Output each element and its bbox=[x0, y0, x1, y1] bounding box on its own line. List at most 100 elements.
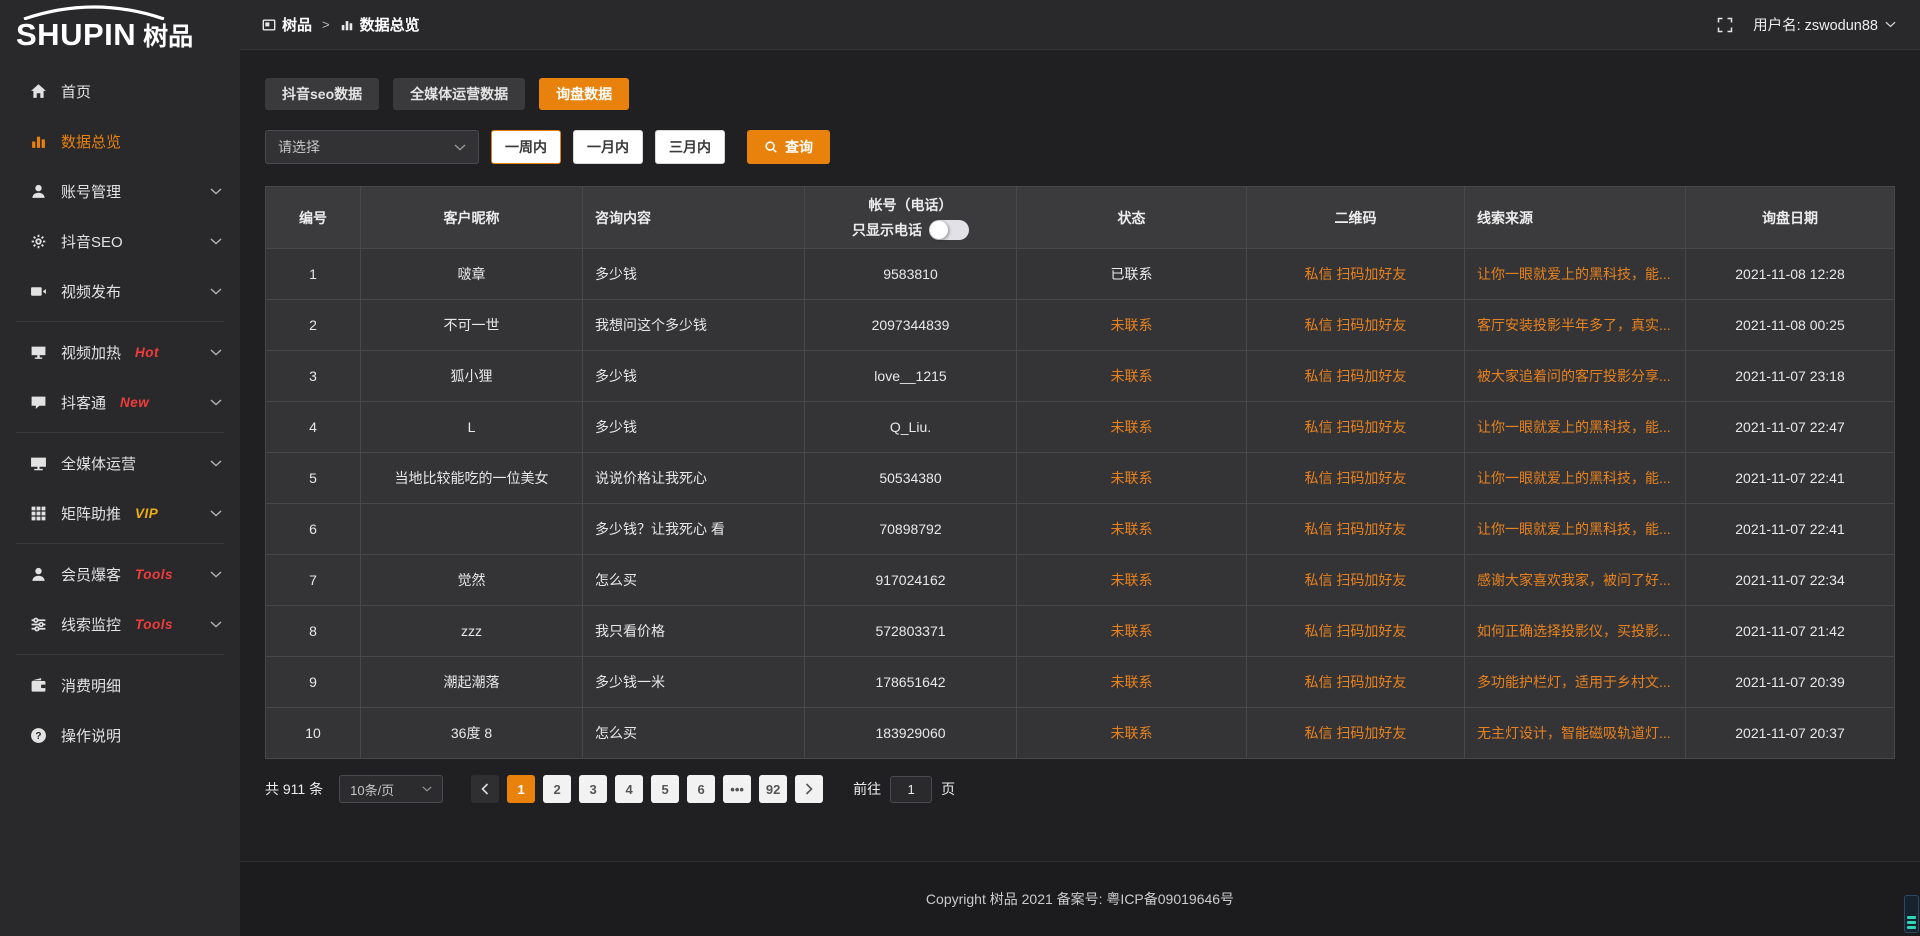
menu-divider bbox=[16, 321, 224, 322]
user-menu[interactable]: 用户名: zswodun88 bbox=[1753, 14, 1896, 35]
sidebar-item-label: 首页 bbox=[61, 81, 91, 102]
source-link[interactable]: 无主灯设计，智能磁吸轨道灯... bbox=[1477, 725, 1671, 741]
qrcode-link[interactable]: 私信 扫码加好友 bbox=[1305, 317, 1407, 333]
cell-source: 如何正确选择投影仪，买投影... bbox=[1465, 606, 1686, 657]
page-button-4[interactable]: 4 bbox=[615, 775, 643, 803]
sidebar-item-home[interactable]: 首页 bbox=[0, 66, 240, 116]
sidebar-item-consumption-detail[interactable]: 消费明细 bbox=[0, 660, 240, 710]
qrcode-link[interactable]: 私信 扫码加好友 bbox=[1305, 572, 1407, 588]
source-link[interactable]: 多功能护栏灯，适用于乡村文... bbox=[1477, 674, 1671, 690]
phone-only-toggle[interactable] bbox=[929, 220, 969, 240]
source-link[interactable]: 客厅安装投影半年多了，真实... bbox=[1477, 317, 1671, 333]
cell-status: 未联系 bbox=[1017, 402, 1247, 453]
fullscreen-icon[interactable] bbox=[1717, 17, 1733, 33]
sidebar-item-data-overview[interactable]: 数据总览 bbox=[0, 116, 240, 166]
page-button-1[interactable]: 1 bbox=[507, 775, 535, 803]
period-buttons: 一周内一月内三月内 bbox=[491, 130, 725, 164]
cell-id: 4 bbox=[266, 402, 361, 453]
sidebar: SHUPIN 树品 首页 数据总览 账号管理 抖音SEO 视频发布 视频加热 H… bbox=[0, 0, 240, 936]
qrcode-link[interactable]: 私信 扫码加好友 bbox=[1305, 266, 1407, 282]
sidebar-item-label: 矩阵助推 bbox=[61, 503, 121, 524]
source-link[interactable]: 让你一眼就爱上的黑科技，能... bbox=[1477, 419, 1671, 435]
page-button-3[interactable]: 3 bbox=[579, 775, 607, 803]
cell-id: 8 bbox=[266, 606, 361, 657]
qrcode-link[interactable]: 私信 扫码加好友 bbox=[1305, 521, 1407, 537]
floating-widget[interactable] bbox=[1904, 895, 1919, 933]
prev-page-button[interactable] bbox=[471, 775, 499, 803]
sidebar-item-douyin-seo[interactable]: 抖音SEO bbox=[0, 216, 240, 266]
source-link[interactable]: 让你一眼就爱上的黑科技，能... bbox=[1477, 266, 1671, 282]
header-nickname: 客户昵称 bbox=[361, 187, 583, 249]
filter-bar: 请选择 一周内一月内三月内 查询 bbox=[265, 130, 1895, 164]
page-button-92[interactable]: 92 bbox=[759, 775, 787, 803]
cell-qrcode: 私信 扫码加好友 bbox=[1247, 300, 1465, 351]
sidebar-item-lead-monitor[interactable]: 线索监控 Tools bbox=[0, 599, 240, 649]
logo[interactable]: SHUPIN 树品 bbox=[0, 0, 240, 56]
main-area: 树品 > 数据总览 用户名: zswodun88 bbox=[240, 0, 1920, 936]
sidebar-menu: 首页 数据总览 账号管理 抖音SEO 视频发布 视频加热 Hot 抖客通 New… bbox=[0, 56, 240, 760]
breadcrumb: 树品 > 数据总览 bbox=[262, 14, 420, 35]
cell-date: 2021-11-07 21:42 bbox=[1686, 606, 1895, 657]
filter-select[interactable]: 请选择 bbox=[265, 130, 479, 164]
tab-media-operation-data[interactable]: 全媒体运营数据 bbox=[393, 78, 525, 110]
cell-content: 说说价格让我死心 bbox=[583, 453, 805, 504]
breadcrumb-item-root[interactable]: 树品 bbox=[262, 14, 312, 35]
period-button-month[interactable]: 一月内 bbox=[573, 130, 643, 164]
page-button-5[interactable]: 5 bbox=[651, 775, 679, 803]
app-root: SHUPIN 树品 首页 数据总览 账号管理 抖音SEO 视频发布 视频加热 H… bbox=[0, 0, 1920, 936]
page-button-2[interactable]: 2 bbox=[543, 775, 571, 803]
table-row: 5 当地比较能吃的一位美女 说说价格让我死心 50534380 未联系 私信 扫… bbox=[266, 453, 1895, 504]
qrcode-link[interactable]: 私信 扫码加好友 bbox=[1305, 368, 1407, 384]
chevron-down-icon bbox=[210, 238, 222, 245]
sliders-icon bbox=[28, 615, 48, 633]
sidebar-item-doukotong[interactable]: 抖客通 New bbox=[0, 377, 240, 427]
source-link[interactable]: 如何正确选择投影仪，买投影... bbox=[1477, 623, 1671, 639]
cell-status: 未联系 bbox=[1017, 606, 1247, 657]
breadcrumb-item-current[interactable]: 数据总览 bbox=[340, 14, 420, 35]
cell-id: 3 bbox=[266, 351, 361, 402]
sidebar-item-label: 视频发布 bbox=[61, 281, 121, 302]
cell-qrcode: 私信 扫码加好友 bbox=[1247, 351, 1465, 402]
cell-id: 1 bbox=[266, 249, 361, 300]
qrcode-link[interactable]: 私信 扫码加好友 bbox=[1305, 674, 1407, 690]
source-link[interactable]: 让你一眼就爱上的黑科技，能... bbox=[1477, 521, 1671, 537]
chevron-down-icon bbox=[210, 571, 222, 578]
sidebar-item-video-publish[interactable]: 视频发布 bbox=[0, 266, 240, 316]
cell-date: 2021-11-07 22:34 bbox=[1686, 555, 1895, 606]
source-link[interactable]: 被大家追着问的客厅投影分享... bbox=[1477, 368, 1671, 384]
status-badge: 未联系 bbox=[1111, 419, 1153, 435]
sidebar-item-operation-guide[interactable]: ? 操作说明 bbox=[0, 710, 240, 760]
header-source: 线索来源 bbox=[1465, 187, 1686, 249]
qrcode-link[interactable]: 私信 扫码加好友 bbox=[1305, 725, 1407, 741]
chevron-down-icon bbox=[454, 144, 466, 151]
goto-page: 前往 页 bbox=[853, 776, 955, 803]
period-button-week[interactable]: 一周内 bbox=[491, 130, 561, 164]
sidebar-item-member-baoke[interactable]: 会员爆客 Tools bbox=[0, 549, 240, 599]
chevron-down-icon bbox=[210, 460, 222, 467]
sidebar-item-account-management[interactable]: 账号管理 bbox=[0, 166, 240, 216]
table-row: 9 潮起潮落 多少钱一米 178651642 未联系 私信 扫码加好友 多功能护… bbox=[266, 657, 1895, 708]
qrcode-link[interactable]: 私信 扫码加好友 bbox=[1305, 419, 1407, 435]
tab-douyin-seo-data[interactable]: 抖音seo数据 bbox=[265, 78, 379, 110]
goto-page-input[interactable] bbox=[890, 776, 932, 803]
sidebar-item-video-heat[interactable]: 视频加热 Hot bbox=[0, 327, 240, 377]
sidebar-item-matrix-boost[interactable]: 矩阵助推 VIP bbox=[0, 488, 240, 538]
sidebar-item-media-operation[interactable]: 全媒体运营 bbox=[0, 438, 240, 488]
tab-inquiry-data[interactable]: 询盘数据 bbox=[539, 78, 629, 110]
cell-nickname: zzz bbox=[361, 606, 583, 657]
cell-account: 50534380 bbox=[805, 453, 1017, 504]
search-button[interactable]: 查询 bbox=[747, 130, 830, 164]
cell-content: 多少钱 bbox=[583, 249, 805, 300]
page-button-6[interactable]: 6 bbox=[687, 775, 715, 803]
period-button-quarter[interactable]: 三月内 bbox=[655, 130, 725, 164]
source-link[interactable]: 让你一眼就爱上的黑科技，能... bbox=[1477, 470, 1671, 486]
page-more-button[interactable]: ••• bbox=[723, 775, 751, 803]
next-page-button[interactable] bbox=[795, 775, 823, 803]
source-link[interactable]: 感谢大家喜欢我家，被问了好... bbox=[1477, 572, 1671, 588]
chevron-down-icon bbox=[210, 510, 222, 517]
cell-content: 多少钱一米 bbox=[583, 657, 805, 708]
qrcode-link[interactable]: 私信 扫码加好友 bbox=[1305, 470, 1407, 486]
qrcode-link[interactable]: 私信 扫码加好友 bbox=[1305, 623, 1407, 639]
phone-only-label: 只显示电话 bbox=[852, 220, 922, 240]
page-size-select[interactable]: 10条/页 bbox=[339, 775, 443, 803]
